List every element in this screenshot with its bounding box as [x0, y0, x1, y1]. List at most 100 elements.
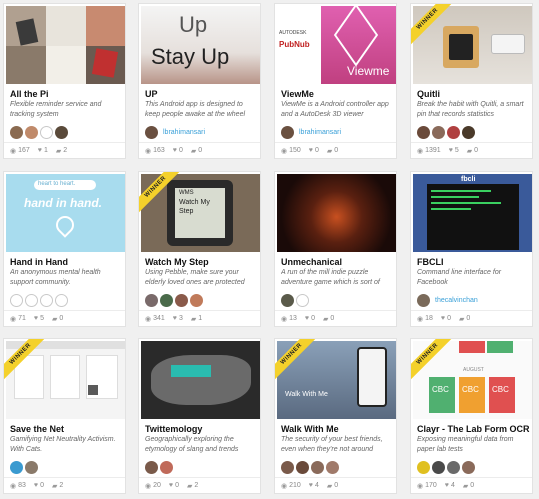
likes-count: 4 [450, 482, 455, 489]
avatar[interactable] [281, 125, 294, 139]
thumb-text: CBC [462, 385, 479, 394]
avatar[interactable] [10, 460, 23, 474]
project-thumbnail[interactable]: Up Stay Up [141, 6, 260, 84]
project-stats: ◉ 167 ♥ 1 ▰ 2 [4, 142, 125, 158]
owner-username-link[interactable]: lbrahimansari [163, 129, 205, 136]
avatar[interactable] [296, 293, 309, 307]
project-title[interactable]: Walk With Me [281, 424, 394, 434]
views-count: 13 [289, 315, 297, 322]
project-title[interactable]: Twittemology [145, 424, 258, 434]
avatar[interactable] [462, 125, 475, 139]
project-card[interactable]: AUGUST CBC CBC CBC WINNER Clayr - The Lab … [410, 338, 533, 494]
likes-stat: ♥ 4 [309, 482, 319, 489]
avatar[interactable] [40, 293, 53, 307]
likes-count: 3 [178, 315, 183, 322]
team-members: thecalvinchan [417, 293, 478, 307]
views-count: 170 [425, 482, 437, 489]
team-members [145, 293, 205, 307]
avatar[interactable] [160, 460, 173, 474]
project-title[interactable]: Unmechanical [281, 257, 394, 267]
avatar[interactable] [190, 293, 203, 307]
project-thumbnail[interactable] [141, 341, 260, 419]
avatar[interactable] [55, 293, 68, 307]
avatar[interactable] [281, 293, 294, 307]
avatar[interactable] [10, 125, 23, 139]
project-title[interactable]: FBCLI [417, 257, 530, 267]
project-title[interactable]: ViewMe [281, 89, 394, 99]
project-title[interactable]: Hand in Hand [10, 257, 123, 267]
project-card[interactable]: Walk With Me WINNER Walk With Me The securi… [274, 338, 397, 494]
comments-count: 0 [59, 315, 64, 322]
avatar[interactable] [417, 293, 430, 307]
project-card[interactable]: Twittemology Geographically exploring the… [138, 338, 261, 494]
project-stats: ◉ 150 ♥ 0 ▰ 0 [275, 142, 396, 158]
avatar[interactable] [25, 460, 38, 474]
thumb-text: AUTODESK [279, 30, 307, 36]
owner-username-link[interactable]: lbrahimansari [299, 129, 341, 136]
heart-icon: ♥ [308, 482, 313, 489]
avatar[interactable] [281, 460, 294, 474]
likes-count: 4 [314, 482, 319, 489]
likes-stat: ♥ 0 [173, 147, 183, 154]
project-card[interactable]: fbcli FBCLI Command line interface for Fa… [410, 171, 533, 327]
avatar[interactable] [145, 460, 158, 474]
project-title[interactable]: All the Pi [10, 89, 123, 99]
project-title[interactable]: Save the Net [10, 424, 123, 434]
views-count: 1391 [425, 147, 441, 154]
avatar[interactable] [40, 125, 53, 139]
thumb-text: AUGUST [463, 367, 484, 373]
project-card[interactable]: Up Stay Up UP This Android app is designed… [138, 3, 261, 159]
heart-icon: ♥ [444, 482, 449, 489]
avatar[interactable] [296, 460, 309, 474]
avatar[interactable] [447, 460, 460, 474]
views-stat: ◉ 18 [417, 315, 433, 323]
avatar[interactable] [25, 293, 38, 307]
avatar[interactable] [175, 293, 188, 307]
project-card[interactable]: WMS Watch My Step WINNER Watch My Step Usin… [138, 171, 261, 327]
views-stat: ◉ 71 [10, 315, 26, 323]
project-description: This Android app is designed to keep peo… [145, 101, 246, 118]
project-stats: ◉ 1391 ♥ 5 ▰ 0 [411, 142, 532, 158]
avatar[interactable] [25, 125, 38, 139]
likes-count: 1 [43, 147, 48, 154]
avatar[interactable] [447, 125, 460, 139]
project-thumbnail[interactable]: heart to heart. hand in hand. [6, 174, 125, 252]
project-thumbnail[interactable] [6, 6, 125, 84]
project-thumbnail[interactable]: AUTODESK PubNub Viewme [277, 6, 396, 84]
project-card[interactable]: WINNER Quitli Break the habit with Quitli,… [410, 3, 533, 159]
avatar[interactable] [145, 293, 158, 307]
heart-icon: ♥ [172, 315, 177, 322]
avatar[interactable] [462, 460, 475, 474]
views-stat: ◉ 341 [145, 315, 165, 323]
owner-username-link[interactable]: thecalvinchan [435, 297, 478, 304]
project-stats: ◉ 210 ♥ 4 ▰ 0 [275, 477, 396, 493]
team-members: lbrahimansari [145, 125, 205, 139]
avatar[interactable] [432, 125, 445, 139]
views-stat: ◉ 170 [417, 482, 437, 490]
project-title[interactable]: Quitli [417, 89, 530, 99]
project-thumbnail[interactable] [277, 174, 396, 252]
avatar[interactable] [326, 460, 339, 474]
avatar[interactable] [311, 460, 324, 474]
project-thumbnail[interactable]: fbcli [413, 174, 532, 252]
avatar[interactable] [145, 125, 158, 139]
likes-count: 0 [175, 482, 179, 489]
avatar[interactable] [160, 293, 173, 307]
project-description: An anonymous mental health support commu… [10, 269, 101, 286]
project-card[interactable]: AUTODESK PubNub Viewme ViewMe ViewMe is a … [274, 3, 397, 159]
views-stat: ◉ 20 [145, 482, 161, 490]
avatar[interactable] [417, 125, 430, 139]
eye-icon: ◉ [281, 147, 288, 155]
avatar[interactable] [55, 125, 68, 139]
project-card[interactable]: heart to heart. hand in hand. Hand in Ha… [3, 171, 126, 327]
project-card[interactable]: WINNER Save the Net Gamifying Net Neutrali… [3, 338, 126, 494]
heart-icon: ♥ [33, 482, 39, 489]
avatar[interactable] [417, 460, 430, 474]
project-title[interactable]: Clayr - The Lab Form OCR [417, 424, 530, 434]
avatar[interactable] [432, 460, 445, 474]
project-card[interactable]: All the Pi Flexible reminder service and … [3, 3, 126, 159]
project-card[interactable]: Unmechanical A run of the mill indie puzz… [274, 171, 397, 327]
avatar[interactable] [10, 293, 23, 307]
project-title[interactable]: Watch My Step [145, 257, 258, 267]
project-title[interactable]: UP [145, 89, 258, 99]
